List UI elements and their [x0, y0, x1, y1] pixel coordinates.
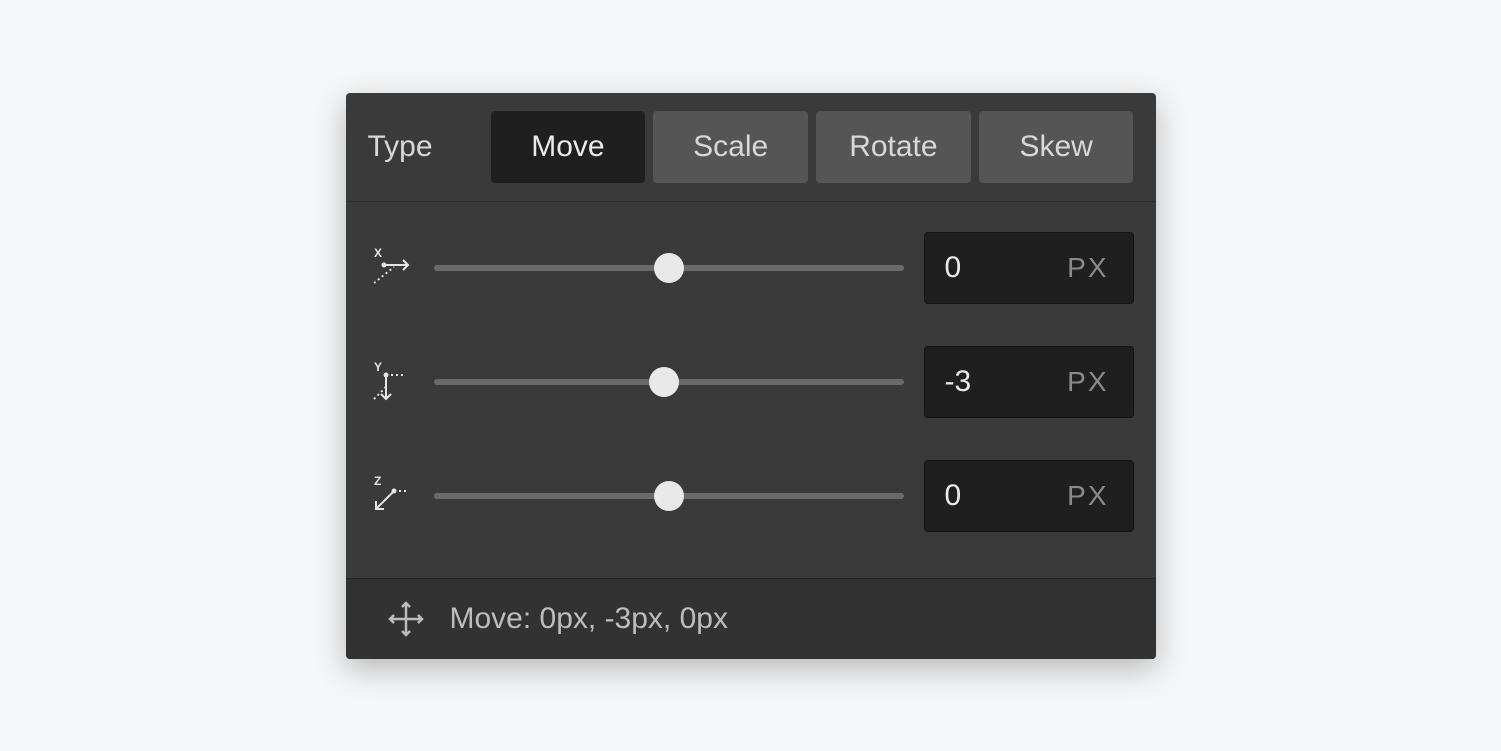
tab-scale[interactable]: Scale — [653, 111, 808, 183]
x-value-input[interactable]: 0 PX — [924, 232, 1134, 304]
value-unit: PX — [1067, 252, 1108, 284]
y-slider[interactable] — [434, 367, 904, 397]
tab-label: Move — [531, 130, 604, 164]
slider-row-z: Z 0 PX — [368, 460, 1134, 532]
z-slider[interactable] — [434, 481, 904, 511]
type-label: Type — [368, 130, 433, 164]
move-icon — [386, 599, 426, 639]
slider-thumb[interactable] — [654, 253, 684, 283]
value-number: 0 — [945, 251, 962, 285]
x-axis-icon: X — [368, 245, 414, 291]
tab-label: Skew — [1019, 130, 1092, 164]
x-slider[interactable] — [434, 253, 904, 283]
summary-bar[interactable]: Move: 0px, -3px, 0px — [346, 578, 1156, 659]
tab-skew[interactable]: Skew — [979, 111, 1134, 183]
value-number: 0 — [945, 479, 962, 513]
slider-row-y: Y -3 PX — [368, 346, 1134, 418]
slider-thumb[interactable] — [654, 481, 684, 511]
value-unit: PX — [1067, 366, 1108, 398]
sliders-area: X 0 PX Y — [346, 202, 1156, 572]
slider-row-x: X 0 PX — [368, 232, 1134, 304]
value-unit: PX — [1067, 480, 1108, 512]
svg-text:Y: Y — [374, 360, 382, 374]
svg-text:X: X — [374, 246, 382, 260]
tab-rotate[interactable]: Rotate — [816, 111, 971, 183]
tab-label: Rotate — [849, 130, 937, 164]
z-value-input[interactable]: 0 PX — [924, 460, 1134, 532]
transform-panel: Type Move Scale Rotate Skew X — [346, 93, 1156, 659]
value-number: -3 — [945, 365, 972, 399]
tab-move[interactable]: Move — [491, 111, 646, 183]
z-axis-icon: Z — [368, 473, 414, 519]
slider-thumb[interactable] — [649, 367, 679, 397]
y-axis-icon: Y — [368, 359, 414, 405]
tabs-row: Type Move Scale Rotate Skew — [346, 93, 1156, 202]
tab-label: Scale — [693, 130, 768, 164]
svg-text:Z: Z — [374, 474, 381, 488]
y-value-input[interactable]: -3 PX — [924, 346, 1134, 418]
summary-text: Move: 0px, -3px, 0px — [450, 602, 728, 636]
